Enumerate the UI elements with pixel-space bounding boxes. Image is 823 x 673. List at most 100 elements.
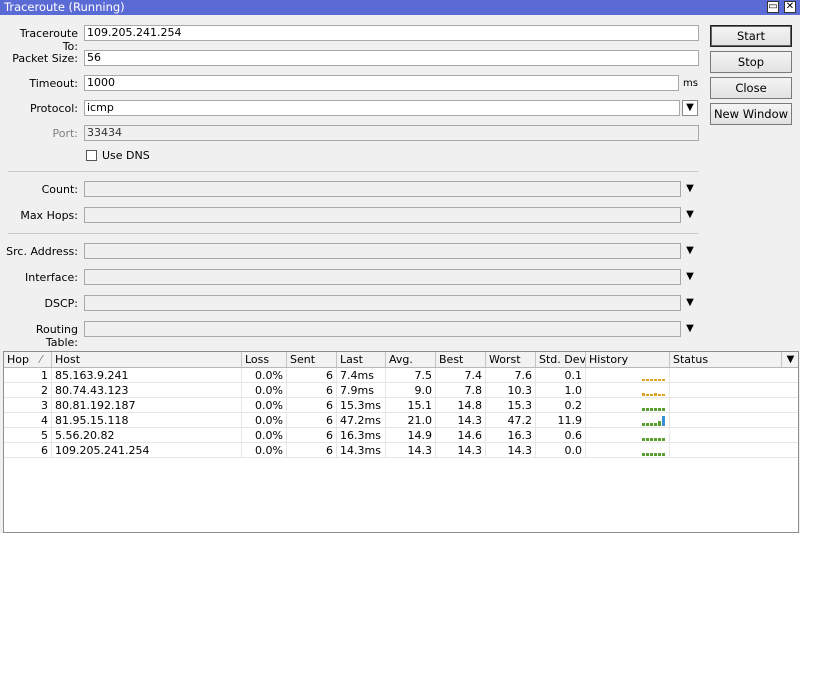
worst-cell: 16.3	[486, 428, 536, 443]
stop-button[interactable]: Stop	[710, 51, 792, 73]
table-row[interactable]: 3 80.81.192.187 0.0% 6 15.3ms 15.1 14.8 15.3 0.2	[4, 398, 798, 413]
history-bar	[646, 453, 649, 456]
column-header-worst[interactable]: Worst	[486, 352, 536, 367]
std-dev-cell: 1.0	[536, 383, 586, 398]
history-bar	[650, 453, 653, 456]
column-header-hop[interactable]: Hop ⁄	[4, 352, 52, 367]
std-dev-cell: 0.0	[536, 443, 586, 458]
loss-cell: 0.0%	[242, 383, 287, 398]
column-header-loss[interactable]: Loss	[242, 352, 287, 367]
worst-cell: 7.6	[486, 368, 536, 383]
history-bar	[650, 394, 653, 396]
history-sparkline	[642, 379, 665, 381]
traceroute-window: Traceroute (Running) ▭ ✕ Traceroute To: …	[0, 0, 801, 533]
protocol-select[interactable]: icmp	[84, 100, 680, 116]
column-header-avg[interactable]: Avg.	[386, 352, 436, 367]
count-input[interactable]	[84, 181, 681, 197]
sent-cell: 6	[287, 443, 337, 458]
host-cell: 85.163.9.241	[52, 368, 242, 383]
packet-size-input[interactable]: 56	[84, 50, 699, 66]
last-cell: 47.2ms	[337, 413, 386, 428]
table-row[interactable]: 6 109.205.241.254 0.0% 6 14.3ms 14.3 14.3 14.3 0…	[4, 443, 798, 458]
history-bar	[654, 438, 657, 441]
best-cell: 14.8	[436, 398, 486, 413]
hop-cell: 5	[4, 428, 52, 443]
history-bar	[654, 408, 657, 411]
timeout-input[interactable]: 1000	[84, 75, 679, 91]
table-row[interactable]: 5 5.56.20.82 0.0% 6 16.3ms 14.9 14.6 16.3 0.6	[4, 428, 798, 443]
count-dropdown-icon[interactable]: ▼	[682, 181, 698, 197]
history-sparkline	[642, 408, 665, 411]
interface-input[interactable]	[84, 269, 681, 285]
last-cell: 7.4ms	[337, 368, 386, 383]
loss-cell: 0.0%	[242, 428, 287, 443]
title-bar[interactable]: Traceroute (Running) ▭ ✕	[0, 0, 800, 15]
history-sparkline	[642, 416, 665, 426]
status-cell	[670, 443, 798, 458]
best-cell: 7.8	[436, 383, 486, 398]
history-bar	[658, 453, 661, 456]
history-bar	[654, 393, 657, 396]
restore-icon[interactable]: ▭	[767, 1, 779, 13]
std-dev-cell: 0.1	[536, 368, 586, 383]
src-address-dropdown-icon[interactable]: ▼	[682, 243, 698, 259]
use-dns-checkbox[interactable]	[86, 150, 97, 161]
best-cell: 14.3	[436, 443, 486, 458]
worst-cell: 15.3	[486, 398, 536, 413]
column-menu-icon[interactable]: ▼	[782, 352, 798, 367]
interface-dropdown-icon[interactable]: ▼	[682, 269, 698, 285]
worst-cell: 47.2	[486, 413, 536, 428]
table-row[interactable]: 1 85.163.9.241 0.0% 6 7.4ms 7.5 7.4 7.6 0.1	[4, 368, 798, 383]
history-cell	[586, 428, 670, 443]
column-header-std-dev[interactable]: Std. Dev.	[536, 352, 586, 367]
last-cell: 16.3ms	[337, 428, 386, 443]
column-header-best[interactable]: Best	[436, 352, 486, 367]
traceroute-to-input[interactable]: 109.205.241.254	[84, 25, 699, 41]
separator	[8, 171, 698, 172]
column-header-history[interactable]: History	[586, 352, 670, 367]
close-button[interactable]: Close	[710, 77, 792, 99]
column-header-status[interactable]: Status	[670, 352, 782, 367]
table-header: Hop ⁄ Host Loss Sent Last Avg. Best Wors…	[4, 352, 798, 368]
dscp-label: DSCP:	[44, 297, 78, 310]
avg-cell: 7.5	[386, 368, 436, 383]
dscp-dropdown-icon[interactable]: ▼	[682, 295, 698, 311]
history-bar	[650, 408, 653, 411]
history-bar	[650, 423, 653, 426]
protocol-dropdown-icon[interactable]: ▼	[682, 100, 698, 116]
history-cell	[586, 383, 670, 398]
column-header-last[interactable]: Last	[337, 352, 386, 367]
history-bar	[662, 379, 665, 381]
table-row[interactable]: 4 81.95.15.118 0.0% 6 47.2ms 21.0 14.3 47.2 11.9	[4, 413, 798, 428]
loss-cell: 0.0%	[242, 413, 287, 428]
new-window-button[interactable]: New Window	[710, 103, 792, 125]
column-header-host[interactable]: Host	[52, 352, 242, 367]
port-input[interactable]: 33434	[84, 125, 699, 141]
history-bar	[646, 379, 649, 381]
routing-table-dropdown-icon[interactable]: ▼	[682, 321, 698, 337]
routing-table-input[interactable]	[84, 321, 681, 337]
history-bar	[650, 379, 653, 381]
host-cell: 80.74.43.123	[52, 383, 242, 398]
src-address-input[interactable]	[84, 243, 681, 259]
max-hops-input[interactable]	[84, 207, 681, 223]
loss-cell: 0.0%	[242, 398, 287, 413]
history-bar	[658, 438, 661, 441]
close-icon[interactable]: ✕	[784, 1, 796, 13]
max-hops-dropdown-icon[interactable]: ▼	[682, 207, 698, 223]
best-cell: 7.4	[436, 368, 486, 383]
avg-cell: 14.9	[386, 428, 436, 443]
worst-cell: 14.3	[486, 443, 536, 458]
max-hops-label: Max Hops:	[20, 209, 78, 222]
history-bar	[642, 423, 645, 426]
history-sparkline	[642, 438, 665, 441]
last-cell: 15.3ms	[337, 398, 386, 413]
history-bar	[642, 393, 645, 396]
start-button[interactable]: Start	[710, 25, 792, 47]
sent-cell: 6	[287, 428, 337, 443]
table-row[interactable]: 2 80.74.43.123 0.0% 6 7.9ms 9.0 7.8 10.3 1.0	[4, 383, 798, 398]
status-cell	[670, 398, 798, 413]
column-header-sent[interactable]: Sent	[287, 352, 337, 367]
dscp-input[interactable]	[84, 295, 681, 311]
history-sparkline	[642, 453, 665, 456]
